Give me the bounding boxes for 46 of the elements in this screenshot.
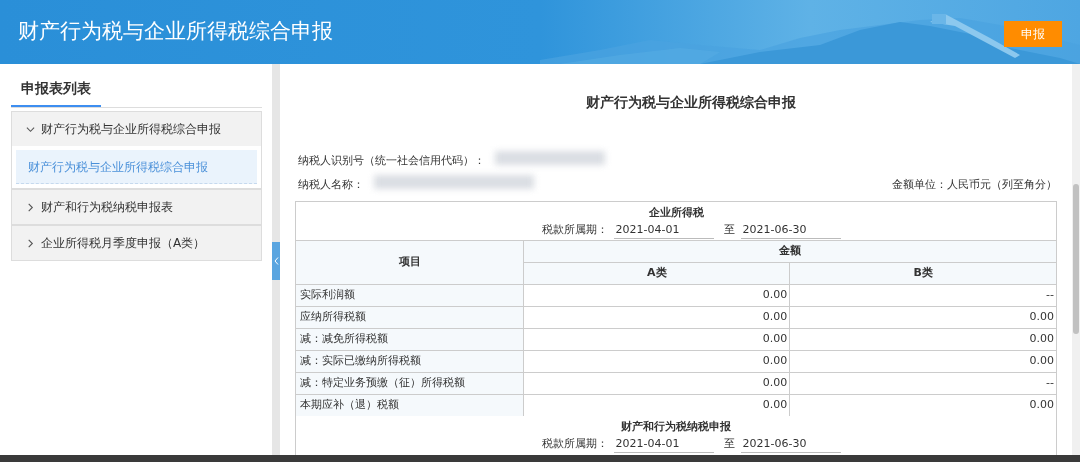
- page-title: 财产行为税与企业所得税综合申报: [18, 18, 333, 46]
- accordion-header[interactable]: 企业所得税月季度申报（A类）: [12, 226, 261, 260]
- field-label: 纳税人识别号（统一社会信用代码）：: [298, 152, 485, 169]
- period-label: 税款所属期：: [541, 436, 608, 453]
- period-end-field[interactable]: 2021-06-30: [740, 221, 841, 240]
- table-cell: 0.00: [523, 350, 790, 372]
- period-end-field[interactable]: 2021-06-30: [740, 435, 841, 454]
- table-cell: 0.00: [523, 284, 790, 306]
- accordion-header[interactable]: 财产和行为税纳税申报表: [12, 190, 261, 224]
- table-cell: --: [789, 372, 1056, 394]
- table-header: B类: [789, 262, 1056, 284]
- table-cell: 0.00: [523, 328, 790, 350]
- table-cell: 0.00: [789, 328, 1056, 350]
- period-label: 税款所属期：: [541, 222, 608, 239]
- document-title: 财产行为税与企业所得税综合申报: [585, 93, 797, 112]
- table-cell: 0.00: [789, 394, 1056, 416]
- table-cell: 应纳所得税额: [296, 306, 524, 328]
- table-cell: --: [789, 284, 1056, 306]
- to-label: 至: [723, 222, 735, 239]
- table-cell: 本期应补（退）税额: [296, 394, 524, 416]
- period-start-field[interactable]: 2021-04-01: [613, 221, 714, 240]
- table-cell: 减：特定业务预缴（征）所得税额: [296, 372, 524, 394]
- accordion-header[interactable]: 财产行为税与企业所得税综合申报: [12, 112, 261, 146]
- accordion-label: 企业所得税月季度申报（A类）: [41, 235, 206, 252]
- sidebar-title: 申报表列表: [11, 78, 101, 107]
- table-cell: 0.00: [523, 372, 790, 394]
- table-cell: 0.00: [789, 350, 1056, 372]
- accordion-label: 财产行为税与企业所得税综合申报: [41, 121, 221, 138]
- table-cell: 0.00: [523, 394, 790, 416]
- to-label: 至: [723, 436, 735, 453]
- period-start-field[interactable]: 2021-04-01: [613, 435, 714, 454]
- table-cell: 0.00: [523, 306, 790, 328]
- section-title: 财产和行为税纳税申报: [620, 419, 732, 435]
- table-cell: 0.00: [789, 306, 1056, 328]
- field-label: 纳税人名称：: [298, 176, 364, 193]
- table-header: 金额: [523, 240, 1056, 262]
- accordion-label: 财产和行为税纳税申报表: [41, 199, 173, 216]
- section-title: 企业所得税: [647, 205, 705, 221]
- chevron-left-icon: [273, 257, 279, 265]
- table-header: A类: [523, 262, 790, 284]
- table-cell: 实际利润额: [296, 284, 524, 306]
- scrollbar[interactable]: [1072, 64, 1080, 455]
- collapse-handle[interactable]: [272, 242, 280, 280]
- table-cell: 减：减免所得税额: [296, 328, 524, 350]
- unit-note: 金额单位：人民币元（列至角分）: [892, 176, 1057, 193]
- table-cell: 减：实际已缴纳所得税额: [296, 350, 524, 372]
